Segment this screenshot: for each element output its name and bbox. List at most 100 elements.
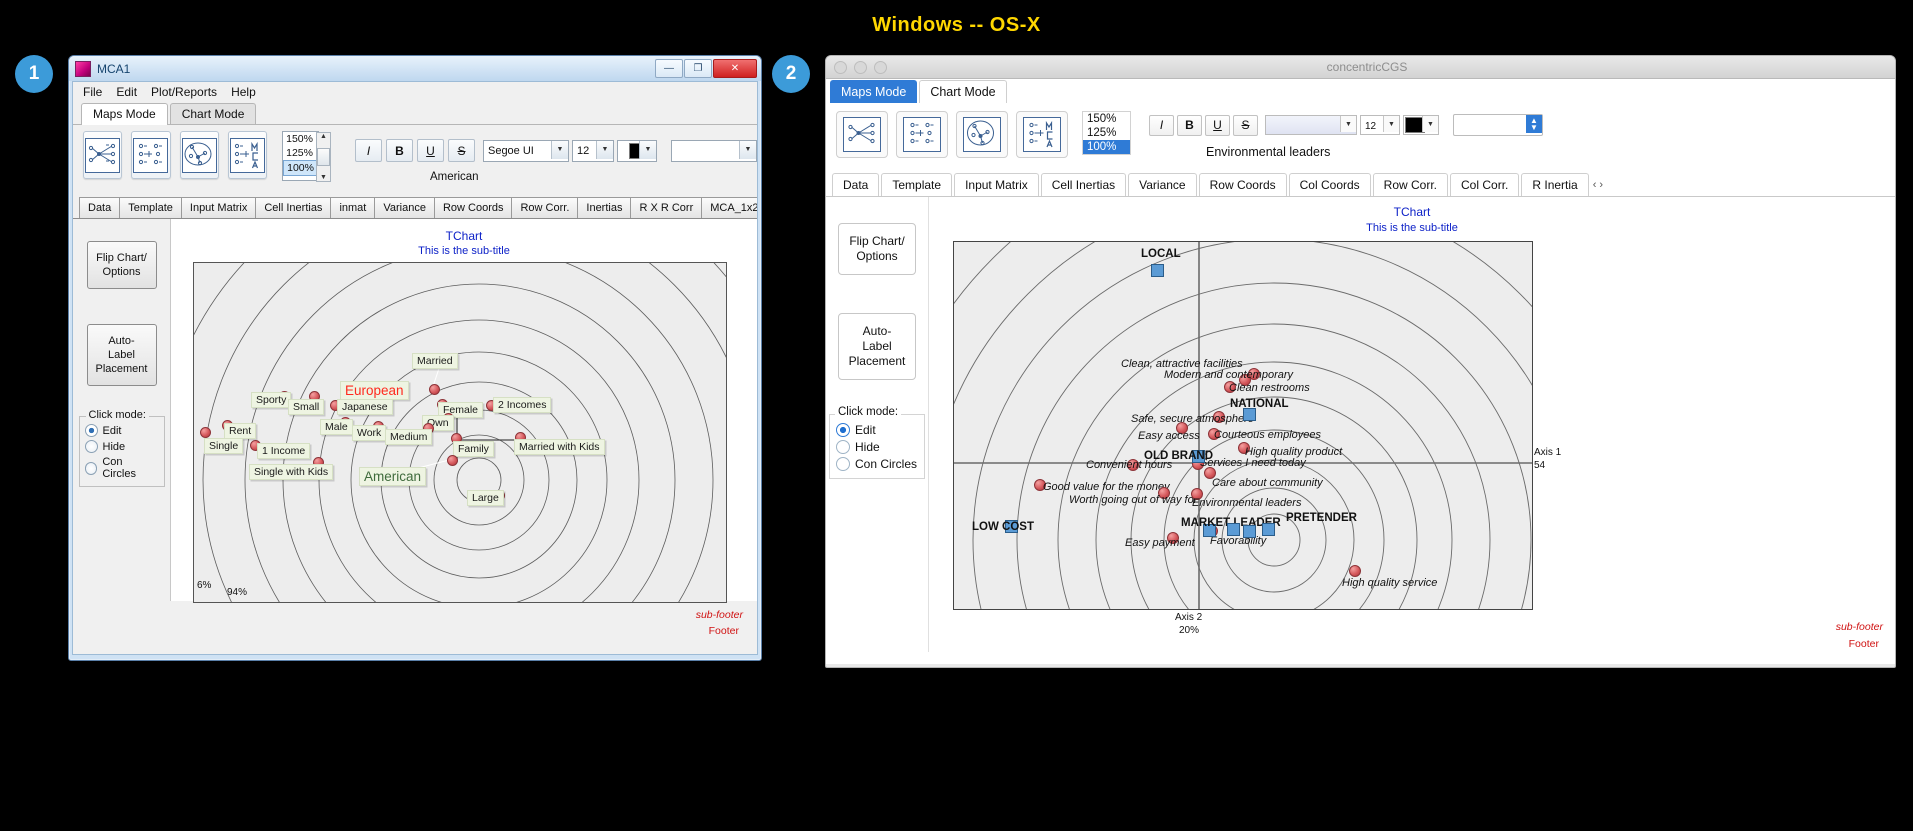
column-point-label[interactable]: Easy access (1138, 430, 1200, 442)
row-point-label[interactable]: LOW COST (972, 521, 1034, 533)
row-point-label[interactable]: LOCAL (1141, 248, 1181, 260)
point-label[interactable]: 1 Income (257, 443, 310, 459)
menu-help[interactable]: Help (231, 85, 256, 99)
point-label[interactable]: Sporty (251, 392, 291, 408)
win1-chart-pane[interactable]: TChart This is the sub-title MarriedEuro… (171, 219, 757, 601)
flip-chart-options-button[interactable]: Flip Chart/ Options (838, 223, 916, 275)
map-type-button-3[interactable] (956, 111, 1008, 158)
chevron-down-icon[interactable]: ▼ (1340, 116, 1356, 132)
tab-cell-inertias[interactable]: Cell Inertias (1041, 173, 1126, 196)
radio-hide[interactable]: Hide (836, 440, 918, 454)
zoom-selector[interactable]: 150% 125% 100% ▲ ▼ (282, 131, 319, 181)
tab-row-corr[interactable]: Row Corr. (1373, 173, 1448, 196)
zoom-option-125[interactable]: 125% (1083, 126, 1130, 140)
zoom-option-150[interactable]: 150% (1083, 112, 1130, 126)
underline-button[interactable]: U (1205, 115, 1230, 136)
tab-row-corr[interactable]: Row Corr. (511, 197, 578, 218)
flip-chart-options-button[interactable]: Flip Chart/ Options (87, 241, 157, 289)
scroll-up-icon[interactable]: ▲ (320, 133, 327, 140)
font-size-combo[interactable]: 12 ▼ (1360, 115, 1400, 135)
radio-hide[interactable]: Hide (85, 440, 159, 453)
font-family-combo[interactable]: ▼ (1265, 115, 1357, 135)
auto-label-placement-button[interactable]: Auto- Label Placement (838, 313, 916, 380)
tab-chart-mode[interactable]: Chart Mode (919, 80, 1006, 103)
row-point[interactable] (1151, 264, 1164, 277)
row-point-label[interactable]: OLD BRAND (1144, 450, 1213, 462)
tab-maps-mode[interactable]: Maps Mode (81, 103, 168, 125)
italic-button[interactable]: I (355, 139, 382, 162)
point-label[interactable]: Japanese (337, 399, 393, 415)
column-point-label[interactable]: Favorability (1210, 535, 1266, 547)
point-label[interactable]: Male (320, 419, 353, 435)
column-point-label[interactable]: Good value for the money (1043, 481, 1170, 493)
data-point[interactable] (200, 427, 211, 438)
win2-titlebar[interactable]: concentricCGS (826, 56, 1895, 79)
radio-con-circles[interactable]: Con Circles (836, 457, 918, 471)
chevron-down-icon[interactable]: ▼ (739, 141, 756, 159)
font-family-combo[interactable]: Segoe UI ▼ (483, 140, 569, 162)
win2-chart-pane[interactable]: TChart This is the sub-title Clean, attr… (929, 197, 1895, 652)
bold-button[interactable]: B (386, 139, 413, 162)
point-label[interactable]: Work (352, 425, 386, 441)
column-point-label[interactable]: Clean restrooms (1229, 382, 1310, 394)
tab-template[interactable]: Template (119, 197, 182, 218)
data-point[interactable] (429, 384, 440, 395)
tab-input-matrix[interactable]: Input Matrix (954, 173, 1039, 196)
row-point-label[interactable]: PRETENDER (1286, 512, 1357, 524)
point-label[interactable]: Large (467, 490, 504, 506)
point-label[interactable]: Small (288, 399, 324, 415)
map-type-button-1[interactable] (83, 131, 122, 179)
tab-r-inertia[interactable]: R Inertia (1521, 173, 1588, 196)
column-point-label[interactable]: Courteous employees (1214, 429, 1321, 441)
tab-template[interactable]: Template (881, 173, 952, 196)
row-point[interactable] (1262, 523, 1275, 536)
chevron-down-icon[interactable]: ▼ (596, 141, 613, 159)
zoom-selector[interactable]: 150% 125% 100% (1082, 111, 1131, 155)
point-label[interactable]: Single with Kids (249, 464, 333, 480)
zoom-option-125[interactable]: 125% (283, 146, 318, 160)
tab-input-matrix[interactable]: Input Matrix (181, 197, 256, 218)
point-label[interactable]: Medium (385, 429, 432, 445)
font-size-combo[interactable]: 12 ▼ (572, 140, 614, 162)
zoom-option-100[interactable]: 100% (283, 160, 318, 176)
map-type-button-2[interactable] (896, 111, 948, 158)
zoom-option-100[interactable]: 100% (1083, 140, 1130, 154)
tab-prev-icon[interactable]: ‹ (1593, 179, 1597, 191)
data-point[interactable] (447, 455, 458, 466)
tab-variance[interactable]: Variance (374, 197, 435, 218)
zoom-option-150[interactable]: 150% (283, 132, 318, 146)
chevron-down-icon[interactable]: ▼ (551, 141, 568, 159)
font-color-combo[interactable]: ▼ (617, 140, 657, 162)
radio-con-circles[interactable]: Con Circles (85, 456, 159, 480)
point-label[interactable]: Married with Kids (514, 439, 605, 455)
column-point-label[interactable]: Services I need today (1200, 457, 1306, 469)
chart-plot-area[interactable]: MarriedEuropeanSportySmallJapanese2 Inco… (193, 262, 727, 603)
menu-file[interactable]: File (83, 85, 102, 99)
tab-chart-mode[interactable]: Chart Mode (170, 103, 257, 124)
extra-stepper[interactable]: ▲▼ (1453, 114, 1543, 136)
row-point[interactable] (1243, 525, 1256, 538)
italic-button[interactable]: I (1149, 115, 1174, 136)
zoom-scrollbar[interactable]: ▲ ▼ (316, 132, 331, 182)
map-type-button-4[interactable] (228, 131, 267, 179)
tab-cell-inertias[interactable]: Cell Inertias (255, 197, 331, 218)
radio-edit[interactable]: Edit (85, 424, 159, 437)
chart-plot-area[interactable]: Clean, attractive facilitiesModern and c… (953, 241, 1533, 610)
stepper-arrows-icon[interactable]: ▲▼ (1526, 115, 1542, 133)
scrollbar-thumb[interactable] (317, 148, 330, 166)
tab-row-coords[interactable]: Row Coords (1199, 173, 1287, 196)
strikethrough-button[interactable]: S (1233, 115, 1258, 136)
chevron-down-icon[interactable]: ▼ (639, 141, 656, 159)
column-point-label[interactable]: Environmental leaders (1192, 497, 1301, 509)
map-type-button-2[interactable] (131, 131, 170, 179)
column-point-label[interactable]: Safe, secure atmosphere (1131, 413, 1254, 425)
row-point-label[interactable]: NATIONAL (1230, 398, 1289, 410)
menu-edit[interactable]: Edit (116, 85, 137, 99)
column-point-label[interactable]: Modern and contemporary (1164, 369, 1293, 381)
strikethrough-button[interactable]: S (448, 139, 475, 162)
bold-button[interactable]: B (1177, 115, 1202, 136)
row-point[interactable] (1227, 523, 1240, 536)
tab-col-corr[interactable]: Col Corr. (1450, 173, 1519, 196)
point-label[interactable]: 2 Incomes (493, 397, 551, 413)
underline-button[interactable]: U (417, 139, 444, 162)
